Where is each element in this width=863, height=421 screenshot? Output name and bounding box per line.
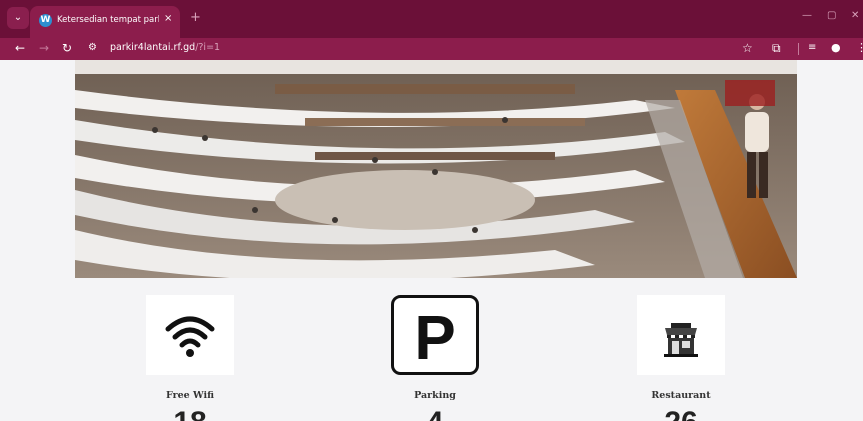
feature-count-parking: 4: [375, 408, 495, 421]
reload-icon[interactable]: ↻: [62, 41, 72, 55]
minimize-icon[interactable]: —: [802, 10, 812, 21]
address-bar[interactable]: parkir4lantai.rf.gd/?i=1: [110, 42, 220, 53]
new-tab-button[interactable]: +: [190, 10, 201, 25]
feature-label-wifi: Free Wifi: [166, 390, 214, 401]
more-menu-icon[interactable]: ⋮: [856, 41, 863, 54]
mall-atrium-hero-image: [75, 60, 797, 278]
hero-photo-illustration: [75, 60, 797, 278]
svg-text:P: P: [414, 304, 455, 373]
tab-close-icon[interactable]: ×: [164, 13, 172, 24]
wifi-icon: [165, 316, 215, 357]
feature-label-parking: Parking: [414, 390, 456, 401]
reading-list-icon[interactable]: ≡: [808, 42, 816, 53]
url-path: /?i=1: [195, 42, 221, 53]
bookmark-star-icon[interactable]: ☆: [742, 41, 753, 55]
feature-count-wifi: 18: [130, 408, 250, 421]
tab-search-icon[interactable]: ⌄: [7, 7, 29, 29]
close-window-icon[interactable]: ✕: [851, 10, 859, 21]
feature-label-restaurant: Restaurant: [651, 390, 711, 401]
extensions-icon[interactable]: ⧉: [772, 41, 781, 56]
wordpress-icon: W: [39, 14, 52, 27]
toolbar-divider: [798, 43, 799, 55]
browser-tab-bar: ⌄ W Ketersedian tempat parkir – ke × + —…: [0, 0, 863, 38]
feature-count-restaurant: 26: [621, 408, 741, 421]
tab-title: Ketersedian tempat parkir – ke: [57, 15, 159, 25]
back-arrow-icon[interactable]: ←: [15, 41, 25, 55]
parking-feature-tile: P: [391, 295, 479, 375]
parking-icon: P: [391, 295, 479, 375]
restaurant-feature-tile: [637, 295, 725, 375]
profile-icon[interactable]: ●: [831, 41, 841, 54]
wifi-feature-tile: [146, 295, 234, 375]
restaurant-icon: [664, 323, 698, 357]
browser-toolbar: ← → ↻ ⚙ parkir4lantai.rf.gd/?i=1 ☆ ⧉ ≡ ●…: [0, 38, 863, 60]
browser-tab-active[interactable]: W Ketersedian tempat parkir – ke ×: [30, 6, 180, 38]
site-settings-icon[interactable]: ⚙: [88, 42, 97, 53]
page-content: Free Wifi 18 P Parking 4 Restaurant 26: [0, 60, 863, 421]
forward-arrow-icon[interactable]: →: [39, 41, 49, 55]
restore-icon[interactable]: ▢: [827, 10, 836, 21]
url-host: parkir4lantai.rf.gd: [110, 42, 196, 53]
